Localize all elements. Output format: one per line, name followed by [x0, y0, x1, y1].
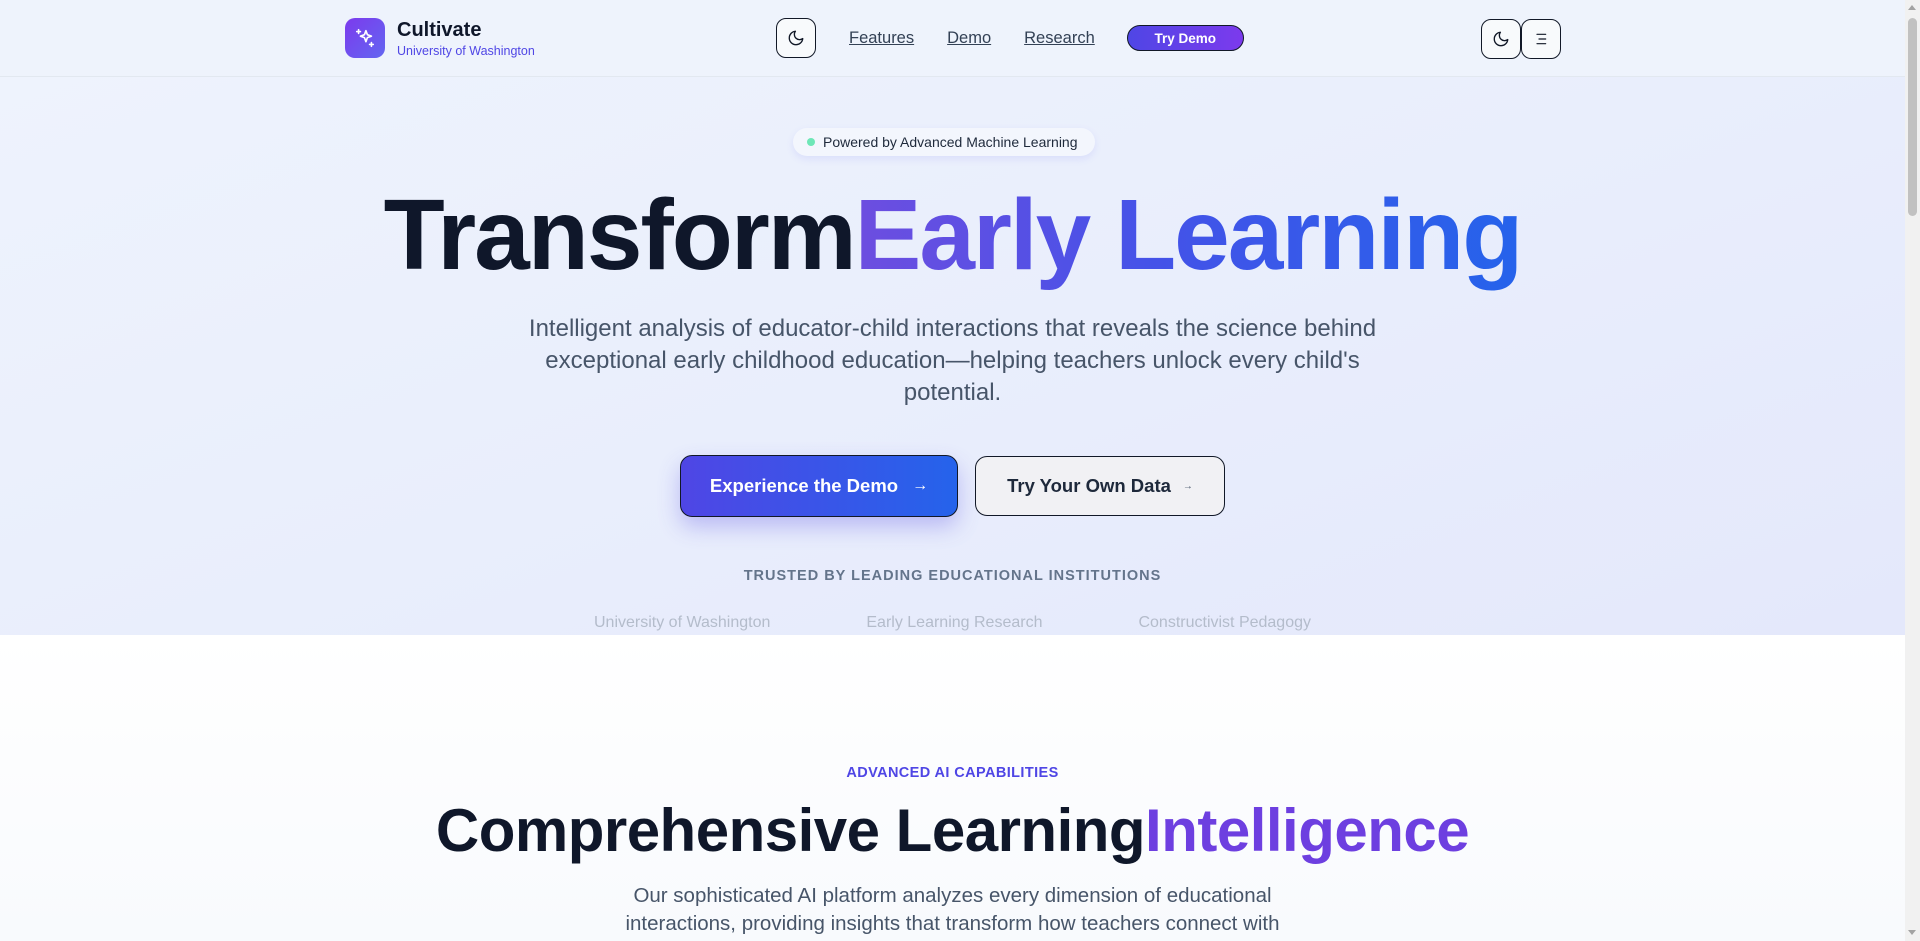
theme-toggle-button-secondary[interactable]: [1481, 19, 1521, 59]
site-header: Cultivate University of Washington Featu…: [0, 0, 1905, 77]
features-eyebrow: ADVANCED AI CAPABILITIES: [846, 765, 1059, 781]
brand[interactable]: Cultivate University of Washington: [345, 18, 535, 58]
brand-subtitle: University of Washington: [397, 43, 535, 58]
ml-badge-text: Powered by Advanced Machine Learning: [823, 134, 1078, 150]
partner-item: Constructivist Pedagogy: [1138, 614, 1311, 631]
hero-title: TransformEarly Learning: [0, 175, 1905, 295]
main-nav: Features Demo Research Try Demo: [776, 18, 1244, 58]
scroll-down-icon[interactable]: [1908, 930, 1916, 935]
experience-demo-button[interactable]: Experience the Demo →: [680, 455, 958, 517]
partner-item: Early Learning Research: [866, 614, 1043, 631]
try-own-data-label: Try Your Own Data: [1007, 475, 1171, 496]
page-scrollbar[interactable]: [1905, 0, 1920, 941]
experience-demo-label: Experience the Demo: [709, 475, 899, 496]
scroll-thumb[interactable]: [1908, 18, 1917, 216]
hero-subtitle: Intelligent analysis of educator-child i…: [528, 315, 1377, 406]
try-demo-button[interactable]: Try Demo: [1126, 25, 1244, 51]
nav-link-demo[interactable]: Demo: [947, 29, 991, 48]
moon-icon: [1493, 31, 1509, 47]
features-title-accent: Intelligence: [1145, 797, 1470, 864]
features-title-main: Comprehensive Learning: [435, 797, 1146, 864]
scroll-up-icon[interactable]: [1908, 5, 1916, 10]
partner-item: University of Washington: [594, 614, 771, 631]
hero-section: Powered by Advanced Machine Learning Tra…: [0, 77, 1905, 635]
features-subtitle: Our sophisticated AI platform analyzes e…: [625, 884, 1280, 935]
partner-list: University of Washington Early Learning …: [0, 614, 1905, 632]
menu-button[interactable]: [1521, 19, 1561, 59]
trusted-label: TRUSTED BY LEADING EDUCATIONAL INSTITUTI…: [743, 568, 1162, 584]
theme-toggle-button[interactable]: [776, 18, 816, 58]
hero-title-accent: Early Learning: [854, 179, 1524, 291]
nav-link-research[interactable]: Research: [1024, 29, 1095, 48]
status-dot-icon: [807, 138, 815, 146]
try-own-data-button[interactable]: Try Your Own Data →: [975, 456, 1225, 516]
sparkles-icon: [345, 18, 385, 58]
brand-name: Cultivate: [397, 18, 482, 41]
hero-title-main: Transform: [383, 179, 857, 291]
nav-link-features[interactable]: Features: [849, 29, 914, 48]
features-section: ADVANCED AI CAPABILITIES Comprehensive L…: [0, 635, 1905, 941]
arrow-right-icon: →: [1182, 480, 1193, 492]
arrow-right-icon: →: [912, 477, 929, 494]
menu-icon: [1536, 33, 1547, 45]
ml-badge: Powered by Advanced Machine Learning: [793, 128, 1095, 156]
header-controls: [1481, 19, 1561, 59]
moon-icon: [788, 30, 804, 46]
features-title: Comprehensive LearningIntelligence: [0, 795, 1905, 867]
